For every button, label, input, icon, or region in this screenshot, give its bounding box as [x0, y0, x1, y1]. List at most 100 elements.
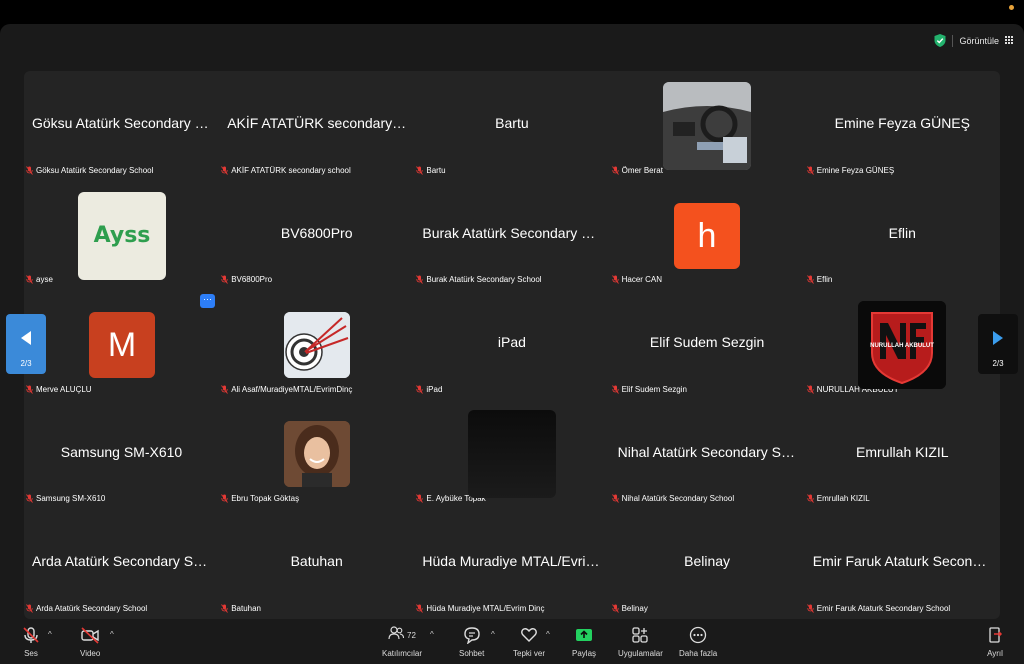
leave-label: Ayrıl	[987, 649, 1003, 658]
meeting-toolbar: Ses ^ Video ^ 72 Katılımcılar ^ Sohbet ^…	[0, 620, 1024, 664]
participant-display-name: Emrullah KIZIL	[856, 443, 949, 460]
arrow-right-icon	[993, 331, 1003, 345]
car-interior-photo-icon	[663, 82, 751, 170]
participant-display-name: AKİF ATATÜRK secondary s...	[227, 115, 407, 131]
react-options-caret[interactable]: ^	[546, 630, 550, 639]
participant-name: iPad	[426, 384, 443, 394]
participant-tile[interactable]: Emine Feyza GÜNEŞ Emine Feyza GÜNEŞ	[805, 71, 1000, 181]
participant-display-name: Nihal Atatürk Secondary Sc...	[617, 443, 797, 460]
camera-off-icon	[81, 627, 99, 644]
participant-tile[interactable]: Samsung SM-X610 Samsung SM-X610	[24, 400, 219, 510]
participant-name: ayse	[36, 275, 53, 285]
participant-tile[interactable]: Batuhan Batuhan	[219, 509, 414, 619]
participant-name: Hüda Muradiye MTAL/Evrim Dinç	[426, 603, 545, 613]
previous-page-button[interactable]: 2/3	[6, 314, 46, 374]
mic-muted-icon	[26, 385, 33, 394]
participant-name-tag: ayse	[26, 275, 53, 284]
participant-display-name: Belinay	[684, 553, 731, 570]
participant-tile[interactable]: Elif Sudem Sezgin Elif Sudem Sezgin	[610, 290, 805, 400]
security-shield-icon	[934, 34, 946, 47]
mic-muted-icon	[806, 385, 814, 394]
participant-name: Eflin	[816, 275, 833, 285]
audio-button[interactable]: Ses	[22, 626, 40, 658]
participants-options-caret[interactable]: ^	[430, 630, 434, 639]
participant-tile[interactable]: Göksu Atatürk Secondary S... Göksu Atatür…	[24, 71, 219, 181]
mic-muted-icon	[611, 604, 619, 613]
participant-name: Arda Atatürk Secondary School	[36, 603, 148, 613]
more-dots-icon	[689, 626, 707, 644]
mic-muted-icon	[611, 165, 619, 175]
participant-name: Burak Atatürk Secondary School	[426, 275, 542, 285]
view-button[interactable]: Görüntüle	[934, 34, 1014, 47]
leave-button[interactable]: Ayrıl	[986, 626, 1004, 658]
participant-name: Göksu Atatürk Secondary School	[36, 165, 154, 175]
participants-button[interactable]: 72 Katılımcılar	[382, 625, 422, 658]
participant-name-tag: iPad	[416, 385, 442, 394]
participant-display-name: Eflin	[888, 224, 916, 241]
mic-muted-icon	[221, 165, 229, 175]
participant-tile[interactable]: Hüda Muradiye MTAL/Evrim... Hüda Muradiye…	[414, 509, 609, 619]
avatar-ayse: Ayss	[78, 192, 166, 280]
participant-name: Hacer CAN	[621, 275, 663, 285]
participant-tile[interactable]: Eflin Eflin	[805, 181, 1000, 291]
participant-name-tag: Ömer Berat	[611, 165, 663, 175]
participant-name-tag: Emir Faruk Ataturk Secondary School	[806, 604, 950, 613]
participant-name: Elif Sudem Sezgin	[621, 384, 687, 394]
mic-muted-icon	[221, 275, 229, 284]
participant-tile[interactable]: Bartu Bartu	[414, 71, 609, 181]
participant-name-tag: Belinay	[611, 603, 648, 613]
video-gallery: Göksu Atatürk Secondary S... Göksu Atatür…	[24, 71, 1000, 619]
mic-muted-icon	[26, 165, 33, 175]
participant-name: BV6800Pro	[231, 275, 273, 285]
mic-muted-icon	[806, 275, 814, 284]
video-button[interactable]: Video	[80, 626, 100, 658]
participant-tile[interactable]: AKİF ATATÜRK secondary s... AKİF ATATÜRK …	[219, 71, 414, 181]
participant-tile[interactable]: Burak Atatürk Secondary Sc... Burak Atatü…	[414, 181, 609, 291]
mic-muted-icon	[416, 165, 424, 175]
more-options-button[interactable]: ···	[200, 294, 215, 308]
participant-tile[interactable]: Arda Atatürk Secondary Sch... Arda Atatür…	[24, 509, 219, 619]
participant-name-tag: Bartu	[416, 165, 446, 175]
chat-button[interactable]: Sohbet	[459, 626, 484, 658]
participant-name: Ömer Berat	[621, 165, 663, 175]
participant-tile[interactable]: iPad iPad	[414, 290, 609, 400]
mic-muted-icon	[416, 494, 424, 504]
react-label: Tepki ver	[513, 649, 546, 658]
participant-name-tag: Ali Asaf/MuradiyeMTAL/EvrimDinç	[221, 385, 352, 394]
react-button[interactable]: Tepki ver	[513, 626, 545, 658]
video-options-caret[interactable]: ^	[110, 630, 114, 639]
arrow-left-icon	[21, 331, 31, 345]
next-page-button[interactable]: 2/3	[978, 314, 1018, 374]
nurullah-logo-text: NURULLAH AKBULUT	[870, 343, 934, 349]
apps-button[interactable]: Uygulamalar	[618, 626, 663, 658]
chat-label: Sohbet	[459, 649, 485, 658]
mic-muted-icon	[221, 385, 229, 394]
participant-tile[interactable]: Belinay Belinay	[610, 509, 805, 619]
participant-tile[interactable]: BV6800Pro BV6800Pro	[219, 181, 414, 291]
top-bar: Görüntüle	[0, 24, 1024, 60]
avatar-letter: M	[107, 325, 137, 364]
participants-count: 72	[407, 630, 416, 640]
participant-name-tag: Batuhan	[221, 604, 261, 613]
mic-muted-icon	[416, 604, 424, 613]
share-button[interactable]: Paylaş	[572, 626, 596, 658]
participant-tile[interactable]: Emrullah KIZIL Emrullah KIZIL	[805, 400, 1000, 510]
more-button[interactable]: Daha fazla	[679, 626, 717, 658]
participant-display-name: iPad	[497, 334, 526, 351]
chat-options-caret[interactable]: ^	[491, 630, 495, 639]
mic-muted-icon	[416, 275, 424, 284]
participant-name: AKİF ATATÜRK secondary school	[231, 165, 351, 175]
participant-tile[interactable]: Emir Faruk Ataturk Seconda... Emir Faruk …	[805, 509, 1000, 619]
audio-label: Ses	[24, 649, 38, 658]
mic-muted-icon	[611, 385, 619, 394]
participant-name-tag: Ebru Topak Göktaş	[221, 494, 299, 503]
participant-name: Batuhan	[231, 603, 261, 613]
apps-label: Uygulamalar	[618, 649, 663, 658]
avatar-omer-berat-photo	[663, 82, 751, 170]
audio-options-caret[interactable]: ^	[48, 630, 52, 639]
participant-tile[interactable]: Nihal Atatürk Secondary Sc... Nihal Atatü…	[610, 400, 805, 510]
participant-name: Belinay	[621, 603, 648, 613]
participant-name-tag: BV6800Pro	[221, 275, 272, 284]
participant-display-name: Bartu	[495, 115, 529, 131]
participant-name-tag: Nihal Atatürk Secondary School	[611, 494, 734, 503]
